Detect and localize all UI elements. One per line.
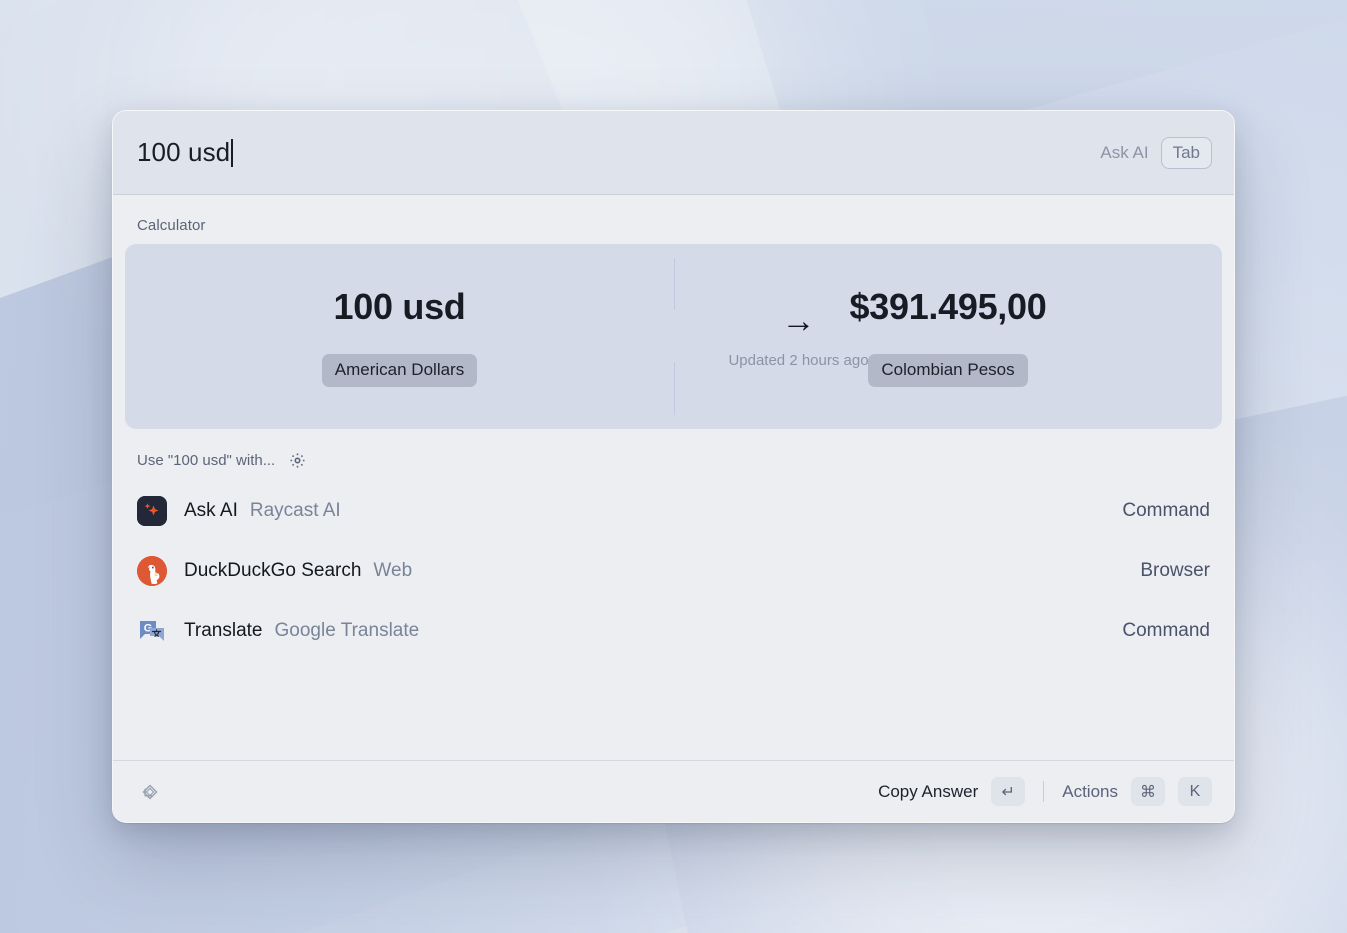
calculator-updated-text: Updated 2 hours ago xyxy=(728,352,869,369)
search-bar: 100 usd Ask AI Tab xyxy=(113,111,1234,195)
calculator-result-card[interactable]: 100 usd American Dollars → Updated 2 hou… xyxy=(125,244,1222,429)
arrow-right-icon: → xyxy=(781,302,816,340)
text-caret xyxy=(231,138,234,167)
list-item-title: DuckDuckGo Search xyxy=(184,560,362,581)
calculator-arrow-block: → Updated 2 hours ago xyxy=(674,244,923,429)
list-item-accessory: Command xyxy=(1122,500,1210,521)
window-body: Calculator 100 usd American Dollars → Up… xyxy=(113,195,1234,760)
k-key-badge[interactable]: K xyxy=(1178,777,1212,806)
list-item[interactable]: G Translate Google Translate Command xyxy=(113,601,1234,661)
ask-ai-label: Ask AI xyxy=(1100,142,1149,162)
search-input[interactable]: 100 usd xyxy=(137,137,1100,168)
tab-key-badge[interactable]: Tab xyxy=(1160,136,1212,169)
calculator-from-column: 100 usd American Dollars xyxy=(125,244,674,429)
duckduckgo-icon xyxy=(135,554,169,588)
list-item-subtitle: Web xyxy=(373,560,413,581)
result-list: Ask AI Raycast AI Command DuckDuckGo Sea… xyxy=(113,475,1234,661)
footer-divider xyxy=(1043,781,1045,802)
raycast-window: 100 usd Ask AI Tab Calculator 100 usd Am… xyxy=(112,110,1235,823)
ask-ai-hint[interactable]: Ask AI Tab xyxy=(1100,136,1212,169)
footer-actions: Copy Answer ↵ Actions ⌘ K xyxy=(878,777,1212,806)
footer-bar: Copy Answer ↵ Actions ⌘ K xyxy=(113,760,1234,822)
calculator-from-currency-badge: American Dollars xyxy=(321,354,478,387)
list-item[interactable]: DuckDuckGo Search Web Browser xyxy=(113,541,1234,601)
list-item-title: Ask AI xyxy=(184,500,238,521)
list-item-subtitle: Google Translate xyxy=(274,620,420,641)
calculator-section-title: Calculator xyxy=(137,217,206,234)
search-input-value: 100 usd xyxy=(137,137,231,167)
calculator-from-value: 100 usd xyxy=(333,286,466,327)
enter-key-badge[interactable]: ↵ xyxy=(991,777,1026,806)
command-key-badge[interactable]: ⌘ xyxy=(1131,777,1165,806)
gear-icon[interactable] xyxy=(289,452,306,469)
list-item-title: Translate xyxy=(184,620,263,641)
list-item-accessory: Command xyxy=(1122,620,1210,641)
use-with-header: Use "100 usd" with... xyxy=(113,429,1234,475)
raycast-ai-icon xyxy=(135,494,169,528)
copy-answer-label[interactable]: Copy Answer xyxy=(878,782,978,802)
list-item[interactable]: Ask AI Raycast AI Command xyxy=(113,481,1234,541)
use-with-label: Use "100 usd" with... xyxy=(137,452,276,469)
list-item-accessory: Browser xyxy=(1140,560,1210,581)
google-translate-icon: G xyxy=(135,614,169,648)
raycast-logo-icon xyxy=(137,779,163,805)
actions-label[interactable]: Actions xyxy=(1062,782,1118,802)
list-item-subtitle: Raycast AI xyxy=(249,500,341,521)
